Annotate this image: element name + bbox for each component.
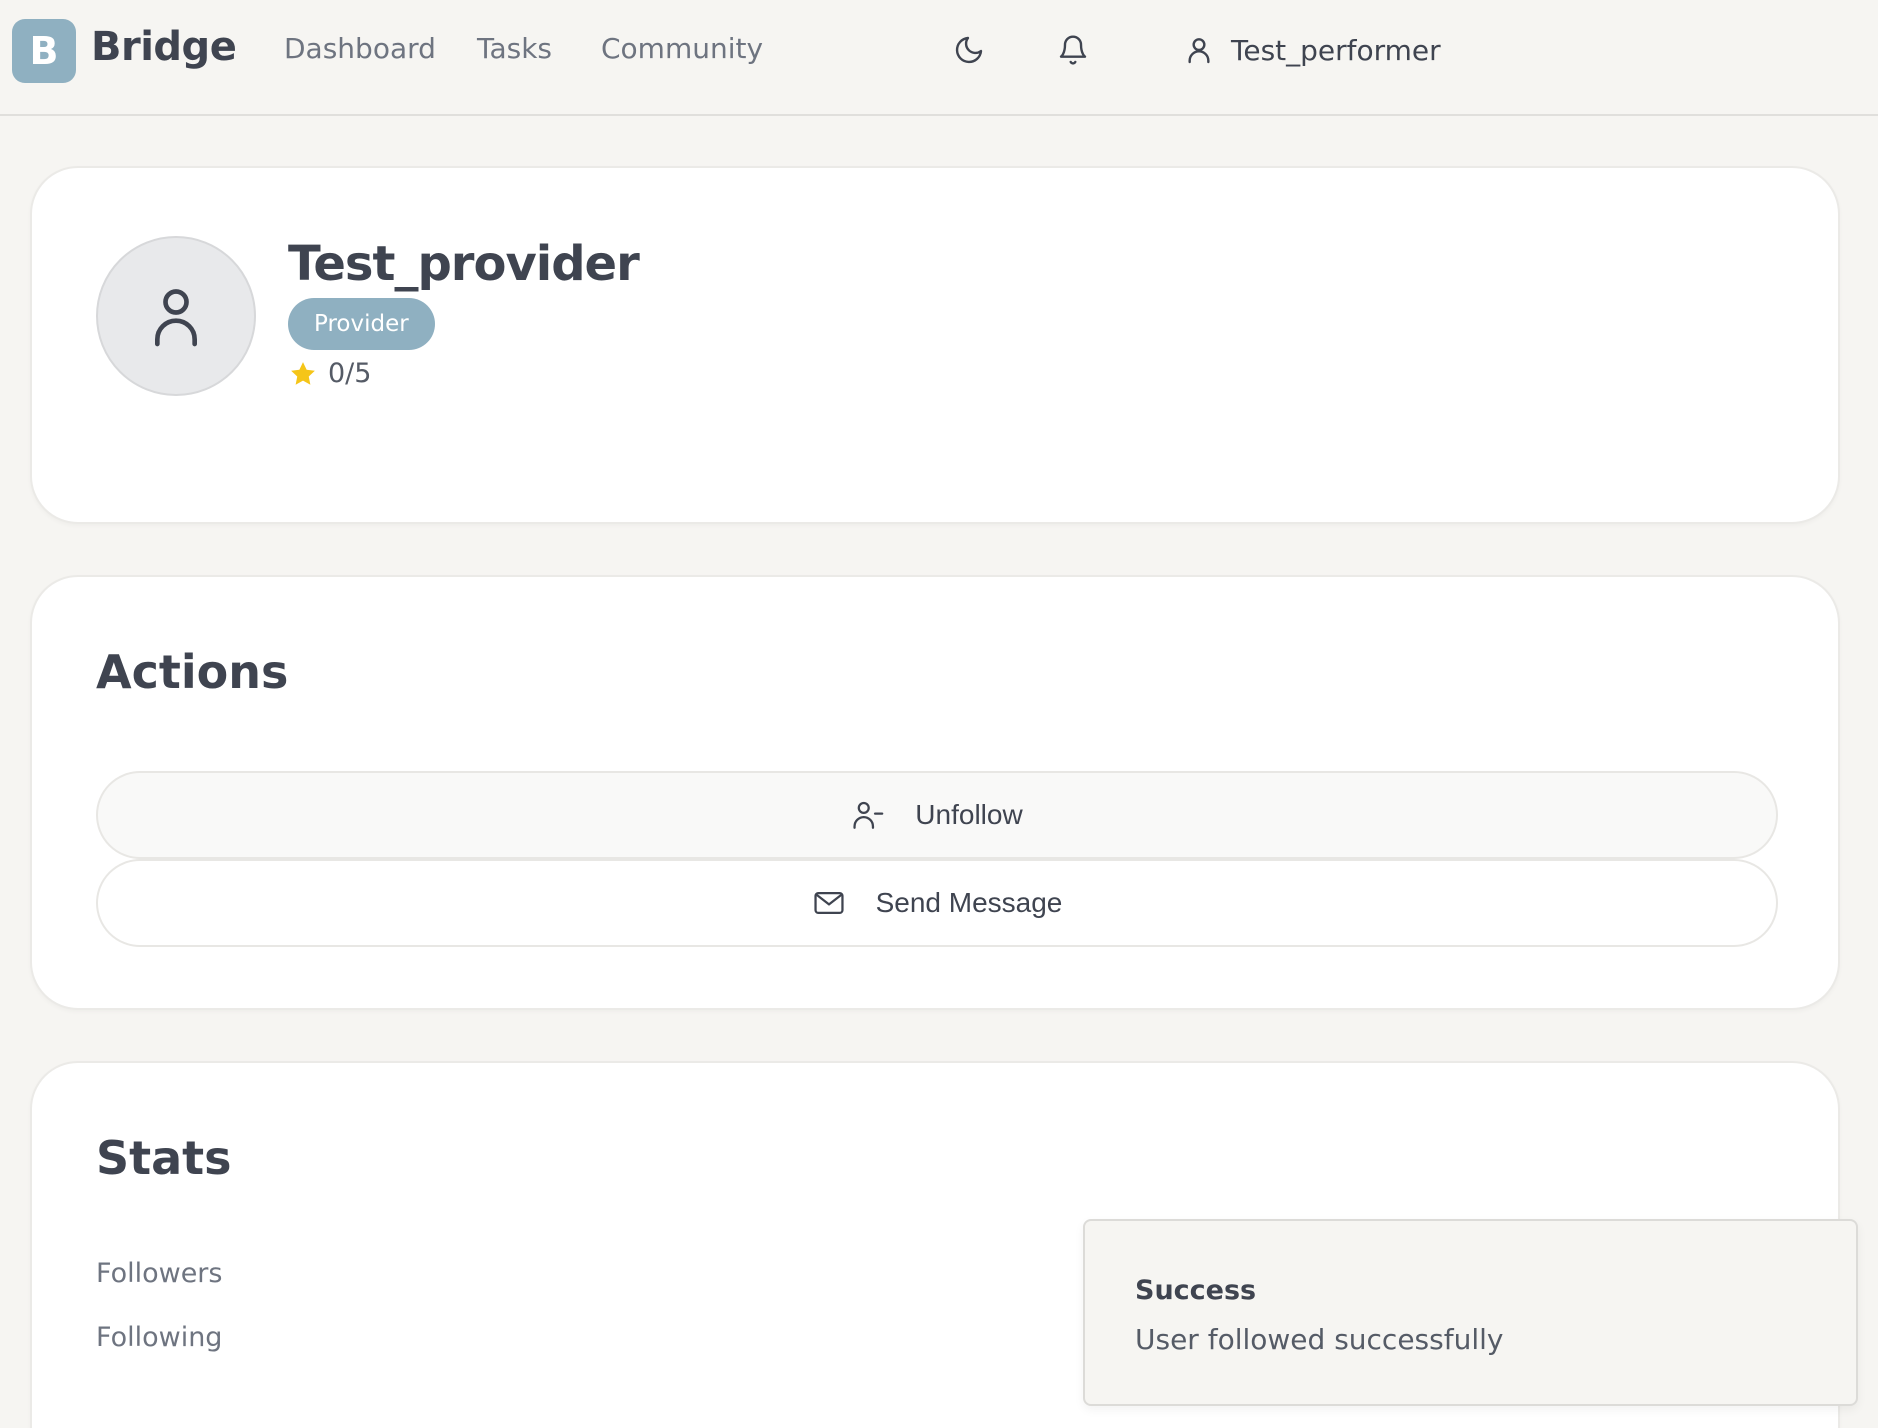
nav-tasks[interactable]: Tasks <box>477 32 552 65</box>
current-username: Test_performer <box>1231 33 1441 67</box>
avatar <box>96 236 256 396</box>
profile-name: Test_provider <box>288 236 640 292</box>
stats-title: Stats <box>96 1131 232 1185</box>
toast-title: Success <box>1135 1275 1257 1306</box>
unfollow-label: Unfollow <box>915 799 1023 830</box>
top-navbar: B Bridge Dashboard Tasks Community Test_… <box>0 0 1878 116</box>
nav-community[interactable]: Community <box>601 32 763 65</box>
user-icon <box>1188 38 1210 64</box>
star-icon <box>291 361 315 385</box>
theme-toggle-button[interactable] <box>949 30 989 70</box>
role-badge: Provider <box>288 298 435 350</box>
mail-icon <box>814 891 844 915</box>
brand-name[interactable]: Bridge <box>91 24 237 70</box>
logo-letter: B <box>29 29 59 73</box>
nav-dashboard[interactable]: Dashboard <box>284 32 436 65</box>
rating-value: 0/5 <box>328 358 372 389</box>
moon-icon <box>955 36 983 64</box>
unfollow-button[interactable]: Unfollow <box>96 771 1778 859</box>
send-message-label: Send Message <box>875 887 1063 918</box>
success-toast[interactable]: Success User followed successfully <box>1083 1219 1858 1406</box>
rating: 0/5 <box>288 358 371 389</box>
bell-icon <box>1059 35 1087 65</box>
user-menu[interactable]: Test_performer <box>1183 30 1441 70</box>
followers-label: Followers <box>96 1258 223 1289</box>
user-minus-icon <box>853 801 884 829</box>
toast-message: User followed successfully <box>1135 1323 1504 1356</box>
actions-card: Actions Unfollow Send Message <box>30 575 1840 1010</box>
actions-title: Actions <box>96 645 289 699</box>
following-label: Following <box>96 1322 223 1353</box>
logo[interactable]: B <box>12 19 76 83</box>
profile-card: Test_provider Provider 0/5 <box>30 166 1840 524</box>
send-message-button[interactable]: Send Message <box>96 859 1778 947</box>
notifications-button[interactable] <box>1053 30 1093 70</box>
user-avatar-icon <box>155 289 198 347</box>
